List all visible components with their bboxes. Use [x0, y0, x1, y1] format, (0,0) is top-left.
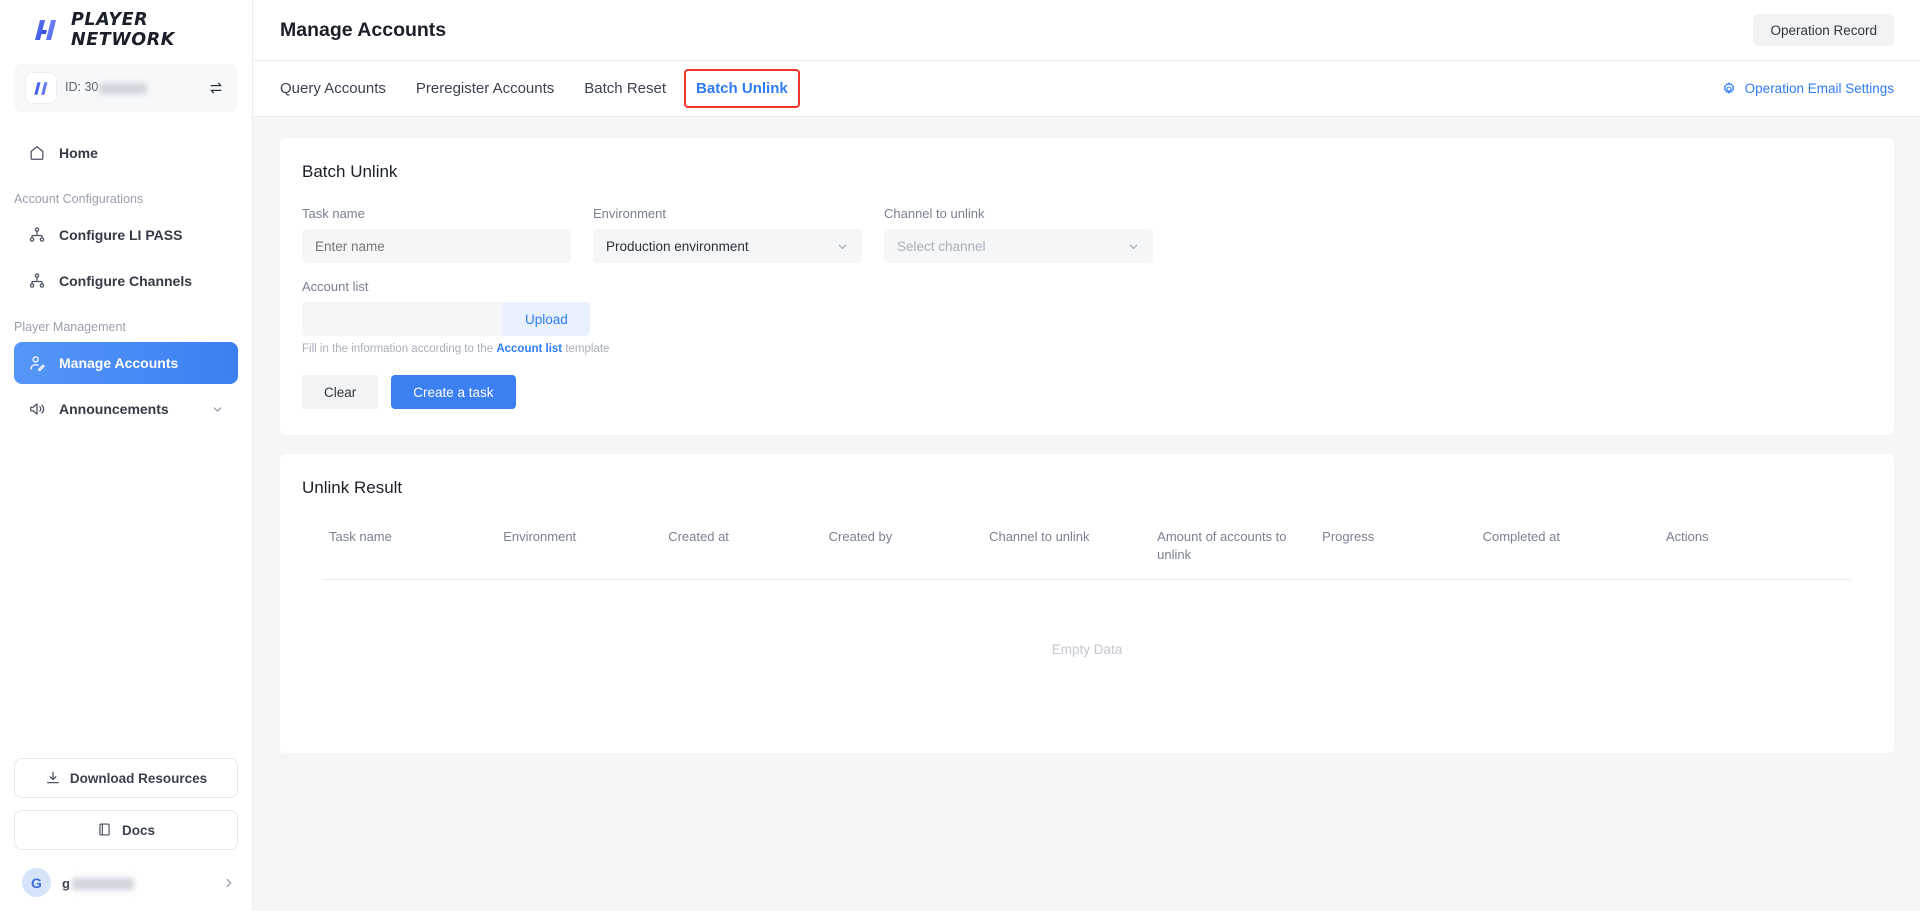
account-logo-icon [26, 73, 56, 103]
sidebar-item-home[interactable]: Home [14, 132, 238, 174]
column-header-channel-to-unlink: Channel to unlink [983, 514, 1151, 580]
account-list-template-link[interactable]: Account list [496, 343, 562, 355]
sidebar-group-player-management: Player Management [0, 306, 252, 342]
form-actions: Clear Create a task [302, 375, 1872, 409]
channel-select[interactable]: Select channel [884, 229, 1153, 263]
sitemap-icon [28, 226, 46, 244]
table-empty-row: Empty Data [323, 580, 1851, 728]
unlink-result-table-wrap: Task name Environment Created at Created… [302, 514, 1872, 727]
home-icon [28, 144, 46, 162]
docs-button[interactable]: Docs [14, 810, 238, 850]
column-header-amount-of-accounts: Amount of accounts to unlink [1151, 514, 1316, 580]
avatar: G [22, 868, 51, 897]
sidebar-nav: Home Account Configurations Configure LI… [0, 122, 252, 758]
column-header-actions: Actions [1660, 514, 1851, 580]
column-header-completed-at: Completed at [1477, 514, 1660, 580]
chevron-down-icon [1127, 240, 1140, 253]
account-id: ID: 30 [65, 80, 197, 96]
operation-email-settings-label: Operation Email Settings [1745, 81, 1894, 96]
account-switcher-card[interactable]: ID: 30 [14, 64, 238, 112]
field-task-name: Task name [302, 206, 571, 263]
batch-unlink-card: Batch Unlink Task name Environment Produ… [280, 138, 1894, 435]
account-list-upload-row: Upload [302, 302, 1872, 336]
column-header-created-at: Created at [662, 514, 822, 580]
tab-batch-reset[interactable]: Batch Reset [569, 81, 681, 96]
hint-prefix: Fill in the information according to the [302, 343, 496, 355]
book-icon [97, 822, 113, 838]
operation-record-button[interactable]: Operation Record [1753, 14, 1894, 46]
page-title: Manage Accounts [280, 19, 446, 42]
tab-preregister-accounts[interactable]: Preregister Accounts [401, 81, 569, 96]
table-body: Empty Data [323, 580, 1851, 728]
environment-value: Production environment [606, 239, 749, 254]
field-account-list: Account list Upload Fill in the informat… [302, 279, 1872, 355]
player-network-logo-icon [33, 19, 60, 41]
sidebar-item-label: Announcements [59, 401, 169, 417]
channel-value: Select channel [897, 239, 986, 254]
task-name-input[interactable] [302, 229, 571, 263]
field-environment: Environment Production environment [593, 206, 862, 263]
task-name-label: Task name [302, 206, 571, 221]
chevron-right-icon[interactable] [222, 876, 236, 890]
table-header-row: Task name Environment Created at Created… [323, 514, 1851, 580]
user-name-masked: g [62, 876, 211, 890]
sitemap-icon [28, 272, 46, 290]
environment-select[interactable]: Production environment [593, 229, 862, 263]
chevron-down-icon[interactable] [211, 403, 224, 416]
sidebar-item-label: Configure Channels [59, 273, 192, 289]
tab-query-accounts[interactable]: Query Accounts [280, 81, 401, 96]
sidebar-group-account-configurations: Account Configurations [0, 178, 252, 214]
empty-data-text: Empty Data [323, 580, 1851, 728]
table-head: Task name Environment Created at Created… [323, 514, 1851, 580]
sidebar-item-configure-li-pass[interactable]: Configure LI PASS [14, 214, 238, 256]
tab-batch-unlink[interactable]: Batch Unlink [681, 81, 803, 96]
clear-button[interactable]: Clear [302, 375, 378, 409]
column-header-task-name: Task name [323, 514, 497, 580]
brand-name: PLAYER NETWORK [71, 10, 252, 50]
column-header-progress: Progress [1316, 514, 1476, 580]
column-header-environment: Environment [497, 514, 662, 580]
channel-label: Channel to unlink [884, 206, 1153, 221]
sidebar-item-announcements[interactable]: Announcements [14, 388, 238, 430]
download-resources-label: Download Resources [70, 771, 207, 786]
sidebar-bottom: Download Resources Docs G g [0, 758, 252, 911]
gear-icon [1721, 81, 1737, 97]
upload-button[interactable]: Upload [503, 302, 590, 336]
brand: PLAYER NETWORK [0, 0, 252, 60]
environment-label: Environment [593, 206, 862, 221]
tab-bar: Query Accounts Preregister Accounts Batc… [253, 61, 1920, 117]
sidebar-item-label: Manage Accounts [59, 355, 178, 371]
unlink-result-card: Unlink Result Task name Environment Crea… [280, 454, 1894, 753]
switch-account-icon[interactable] [206, 78, 226, 98]
chevron-down-icon [836, 240, 849, 253]
operation-email-settings-link[interactable]: Operation Email Settings [1721, 81, 1894, 97]
account-list-hint: Fill in the information according to the… [302, 343, 1872, 355]
hint-suffix: template [562, 343, 609, 355]
sidebar: PLAYER NETWORK ID: 30 [0, 0, 253, 911]
column-header-created-by: Created by [823, 514, 983, 580]
form-row-primary: Task name Environment Production environ… [302, 206, 1872, 279]
field-channel-to-unlink: Channel to unlink Select channel [884, 206, 1153, 263]
download-resources-button[interactable]: Download Resources [14, 758, 238, 798]
user-edit-icon [28, 354, 46, 372]
sidebar-item-label: Configure LI PASS [59, 227, 182, 243]
app-root: PLAYER NETWORK ID: 30 [0, 0, 1920, 911]
account-list-label: Account list [302, 279, 1872, 294]
sidebar-item-manage-accounts[interactable]: Manage Accounts [14, 342, 238, 384]
docs-label: Docs [122, 823, 155, 838]
sidebar-item-label: Home [59, 145, 98, 161]
megaphone-icon [28, 400, 46, 418]
user-profile-row[interactable]: G g [14, 862, 238, 897]
unlink-result-table: Task name Environment Created at Created… [323, 514, 1851, 727]
account-list-file-input[interactable] [302, 302, 503, 336]
batch-unlink-title: Batch Unlink [302, 162, 1872, 182]
create-task-button[interactable]: Create a task [391, 375, 515, 409]
top-bar: Manage Accounts Operation Record [253, 0, 1920, 61]
main-area: Manage Accounts Operation Record Query A… [253, 0, 1920, 911]
sidebar-item-configure-channels[interactable]: Configure Channels [14, 260, 238, 302]
unlink-result-title: Unlink Result [302, 478, 1872, 498]
download-icon [45, 770, 61, 786]
account-meta: ID: 30 [65, 80, 197, 96]
content-scroll: Batch Unlink Task name Environment Produ… [253, 117, 1920, 911]
